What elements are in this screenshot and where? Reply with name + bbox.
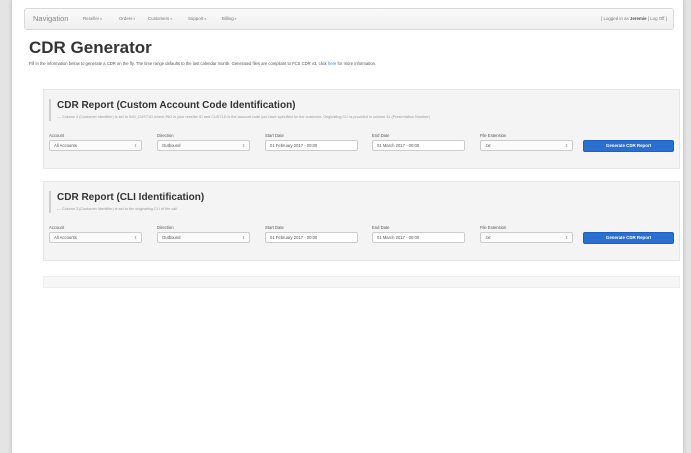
panel-accent-bar [49,99,51,121]
generate-cdr-report-button[interactable]: Generate CDR Report [583,140,674,152]
panel-title: CDR Report (Custom Account Code Identifi… [57,100,296,111]
direction-label: Direction [157,225,174,230]
end-date-input[interactable]: 01 March 2017 - 00:00 [372,232,465,243]
nav-item-support[interactable]: Support▾ [188,16,206,21]
start-date-label: Start Date [265,133,284,138]
panel-description: — Column 3 (Customer Identifier) is set … [57,207,179,211]
nav-item-billing[interactable]: Billing▾ [222,16,237,21]
report-panel-cli-identification: CDR Report (CLI Identification) — Column… [43,181,680,261]
select-arrows-icon: ⇕ [564,236,568,240]
empty-panel [43,276,680,288]
caret-down-icon: ▾ [170,17,173,21]
nav-item-orders[interactable]: Orders▾ [119,16,135,21]
start-date-input[interactable]: 01 February 2017 - 00:00 [265,232,358,243]
report-panel-custom-account-code: CDR Report (Custom Account Code Identifi… [43,89,680,169]
select-arrows-icon: ⇕ [564,144,568,148]
direction-select[interactable]: Outbound ⇕ [157,232,250,243]
panel-title: CDR Report (CLI Identification) [57,192,205,203]
direction-select[interactable]: Outbound ⇕ [157,140,250,151]
intro-link[interactable]: here [328,61,336,66]
account-select[interactable]: All Accounts ⇕ [49,140,142,151]
login-status: [ Logged in as Jeremie [ Log Off ] [601,16,667,21]
nav-item-customers[interactable]: Customers▾ [148,16,172,21]
panel-description: — Column 3 (Customer Identifier) is set … [57,115,430,119]
navbar-brand[interactable]: Navigation [33,14,68,23]
select-arrows-icon: ⇕ [241,144,245,148]
select-arrows-icon: ⇕ [133,144,137,148]
intro-text: Fill in the information below to generat… [29,61,377,66]
end-date-input[interactable]: 01 March 2017 - 00:00 [372,140,465,151]
page-frame: Navigation Reseller▾ Orders▾ Customers▾ … [11,0,684,453]
direction-label: Direction [157,133,174,138]
account-select[interactable]: All Accounts ⇕ [49,232,142,243]
username: Jeremie [629,16,647,21]
account-label: Account [49,225,65,230]
file-extension-select[interactable]: .txt ⇕ [480,232,573,243]
end-date-label: End Date [372,133,390,138]
nav-item-reseller[interactable]: Reseller▾ [83,16,102,21]
file-extension-label: File Extension [480,225,507,230]
panel-accent-bar [49,191,51,213]
end-date-label: End Date [372,225,390,230]
start-date-input[interactable]: 01 February 2017 - 00:00 [265,140,358,151]
file-extension-label: File Extension [480,133,507,138]
start-date-label: Start Date [265,225,284,230]
generate-cdr-report-button[interactable]: Generate CDR Report [583,232,674,244]
caret-down-icon: ▾ [234,17,237,21]
caret-down-icon: ▾ [133,17,136,21]
file-extension-select[interactable]: .txt ⇕ [480,140,573,151]
page-title: CDR Generator [29,38,152,57]
select-arrows-icon: ⇕ [241,236,245,240]
caret-down-icon: ▾ [100,17,102,21]
account-label: Account [49,133,65,138]
select-arrows-icon: ⇕ [133,236,137,240]
logoff-link[interactable]: Log Off [650,16,664,21]
top-navbar: Navigation Reseller▾ Orders▾ Customers▾ … [24,8,674,30]
caret-down-icon: ▾ [204,17,207,21]
